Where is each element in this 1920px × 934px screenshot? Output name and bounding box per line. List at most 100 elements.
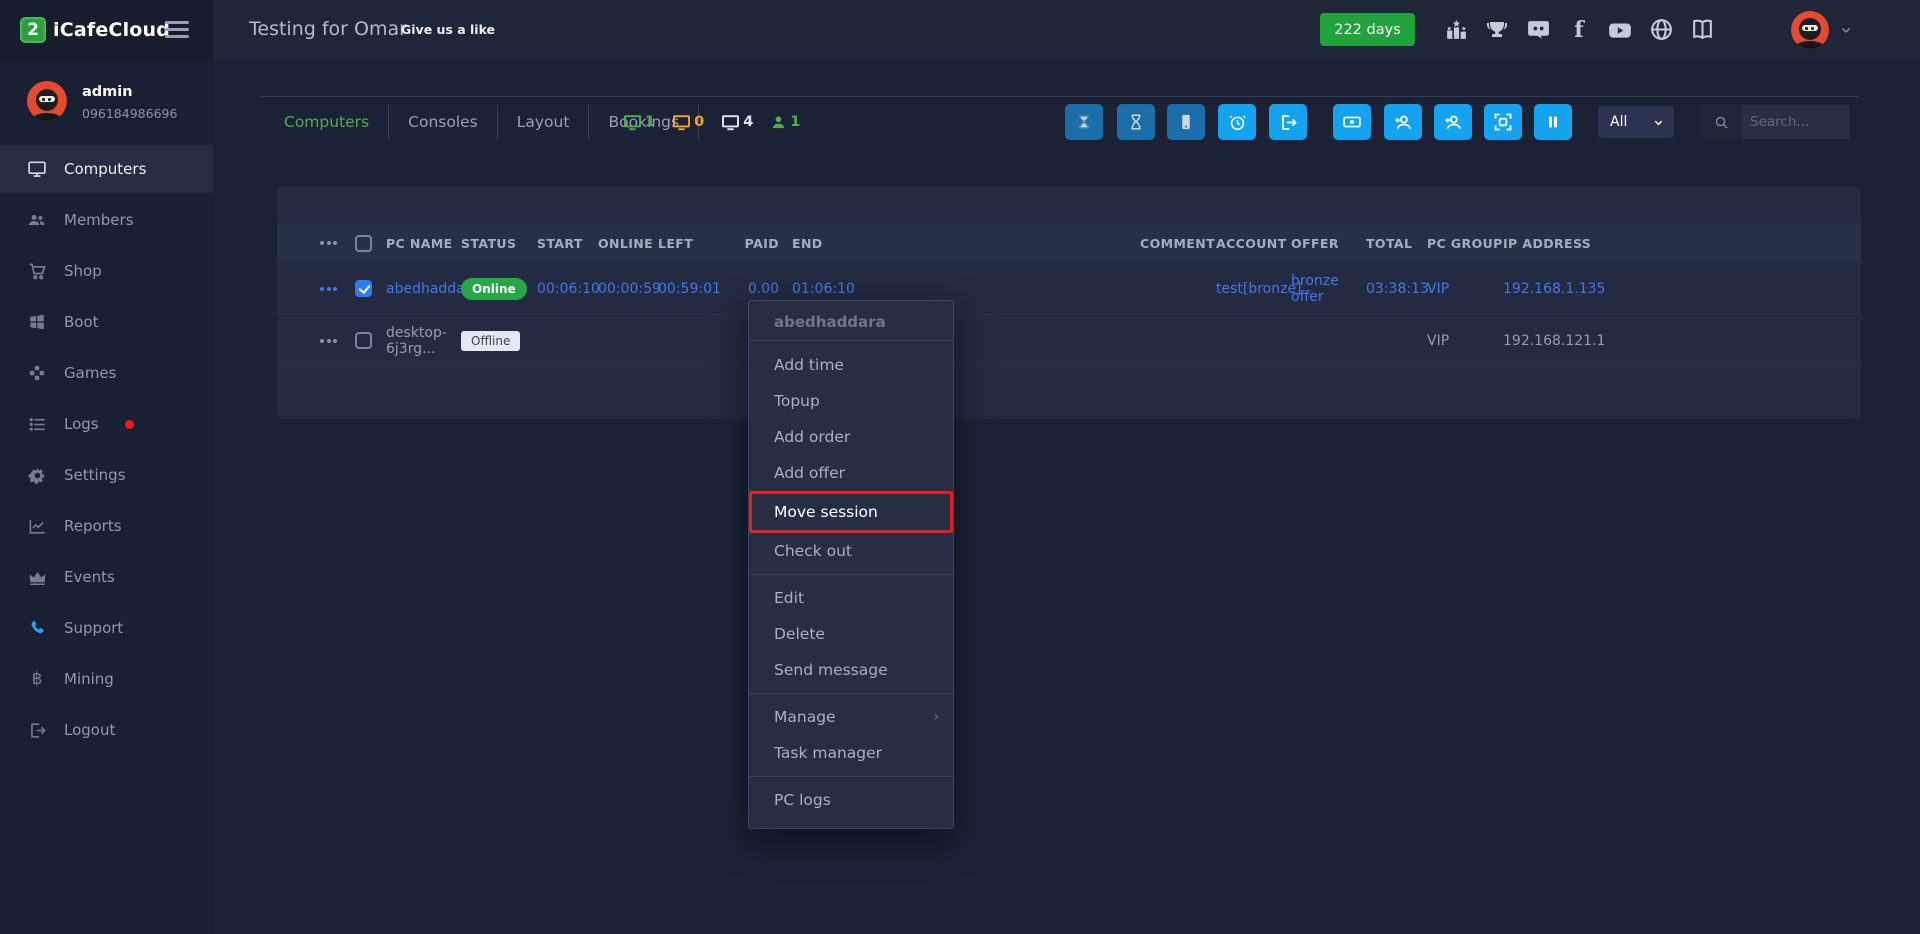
select-chevron-down-icon [1653,117,1664,128]
sidebar-item-shop[interactable]: Shop [0,247,213,295]
sidebar-item-mining[interactable]: ฿ Mining [0,655,213,703]
col-pc-name: PC NAME [386,236,461,251]
monitor-warning-icon [672,113,691,132]
members-icon [27,210,47,230]
menu-item-add-offer[interactable]: Add offer [749,455,953,491]
select-all-checkbox[interactable] [355,235,372,252]
hamburger-menu-icon[interactable] [165,21,189,42]
sidebar-item-events[interactable]: Events [0,553,213,601]
paid-amount: 0.00 [740,281,792,297]
status-counters: 1 0 4 1 [623,104,800,140]
status-badge: Online [461,278,527,300]
menu-item-move-session[interactable]: Move session [749,491,953,533]
row-checkbox[interactable] [355,332,372,349]
sidebar-item-label: Logs [64,415,99,433]
filter-select[interactable]: All [1598,106,1674,138]
manual-book-icon[interactable] [1689,17,1715,43]
row-actions-icon[interactable] [320,287,355,291]
sign-out-session-icon [1279,113,1298,132]
pc-name-link[interactable]: abedhaddara [386,281,461,297]
menu-item-pc-logs[interactable]: PC logs [749,782,953,818]
tab-consoles[interactable]: Consoles [389,113,497,131]
tab-layout[interactable]: Layout [498,113,589,131]
computers-table-card: PC NAME STATUS START ONLINE LEFT PAID EN… [277,186,1861,419]
col-start: START [537,236,598,251]
hourglass-outline-button[interactable] [1117,104,1155,140]
sidebar-item-games[interactable]: Games [0,349,213,397]
search-box [1700,105,1850,139]
hourglass-button[interactable] [1065,104,1103,140]
col-online: ONLINE [598,236,658,251]
col-account: ACCOUNT [1216,236,1291,251]
discord-icon[interactable] [1525,17,1551,43]
give-us-a-like-link[interactable]: Give us a like [401,0,495,59]
cart-icon [27,261,47,281]
pc-name-link[interactable]: desktop-6j3rg... [386,325,461,357]
sidebar-item-reports[interactable]: Reports [0,502,213,550]
pause-button[interactable] [1534,104,1572,140]
user-plus-icon [1393,112,1413,132]
youtube-icon[interactable] [1607,17,1633,43]
pc-group-cell: VIP [1427,281,1503,297]
license-days-button[interactable]: 222 days [1320,13,1415,46]
table-row: abedhaddara Online 00:06:10 00:00:59 00:… [277,263,1861,315]
add-guest-button[interactable] [1434,104,1472,140]
end-session-button[interactable] [1269,104,1307,140]
sidebar-item-settings[interactable]: Settings [0,451,213,499]
sidebar-item-label: Shop [64,262,102,280]
menu-item-send-message[interactable]: Send message [749,652,953,688]
facebook-icon[interactable]: f [1566,17,1592,43]
sidebar-item-boot[interactable]: Boot [0,298,213,346]
account-link[interactable]: test[bronze] [1216,281,1291,297]
sidebar-item-members[interactable]: Members [0,196,213,244]
ip-address-cell: 192.168.1.135 [1503,281,1861,297]
col-left: LEFT [658,236,740,251]
left-time: 00:59:01 [658,281,740,297]
search-input[interactable] [1742,114,1850,130]
total-pc-counter: 4 [721,113,753,132]
col-offer: OFFER [1291,236,1366,251]
sidebar-item-support[interactable]: Support [0,604,213,652]
add-member-button[interactable] [1384,104,1422,140]
pc-context-menu: abedhaddara Add time Topup Add order Add… [748,300,954,829]
filter-selected-value: All [1610,114,1627,130]
admin-avatar [27,81,67,121]
tab-computers[interactable]: Computers [284,113,388,131]
sidebar-item-computers[interactable]: Computers [0,145,213,193]
sidebar-item-label: Events [64,568,115,586]
menu-item-manage[interactable]: Manage › [749,699,953,735]
menu-item-topup[interactable]: Topup [749,383,953,419]
sidebar-item-logout[interactable]: Logout [0,706,213,754]
ranking-icon[interactable] [1443,17,1469,43]
alarm-button[interactable] [1218,104,1256,140]
sidebar-item-logs[interactable]: Logs [0,400,213,448]
avatar-chevron-down-icon[interactable] [1840,24,1852,36]
mobile-button[interactable] [1167,104,1205,140]
cash-icon [1342,112,1362,132]
menu-item-add-order[interactable]: Add order [749,419,953,455]
screen-capture-button[interactable] [1484,104,1522,140]
row-checkbox[interactable] [355,280,372,297]
mobile-icon [1177,113,1195,131]
bitcoin-icon: ฿ [27,669,47,689]
trophy-icon[interactable] [1484,17,1510,43]
menu-item-delete[interactable]: Delete [749,616,953,652]
sidebar-item-label: Support [64,619,123,637]
sidebar-item-label: Games [64,364,116,382]
globe-icon[interactable] [1648,17,1674,43]
sidebar-profile[interactable]: admin 096184986696 [27,81,177,121]
menu-item-check-out[interactable]: Check out [749,533,953,569]
menu-item-edit[interactable]: Edit [749,580,953,616]
cash-button[interactable] [1333,104,1371,140]
row-actions-icon[interactable] [320,339,355,343]
user-avatar[interactable] [1791,11,1829,49]
screen-frame-icon [1493,112,1513,132]
menu-item-add-time[interactable]: Add time [749,347,953,383]
cafe-title: Testing for Omar [249,0,407,59]
windows-icon [27,312,47,332]
menu-item-task-manager[interactable]: Task manager [749,735,953,771]
col-comment: COMMENT [1140,236,1216,251]
topbar-icon-group: f [1443,0,1715,59]
sidebar-item-label: Members [64,211,134,229]
sidebar-item-label: Logout [64,721,115,739]
